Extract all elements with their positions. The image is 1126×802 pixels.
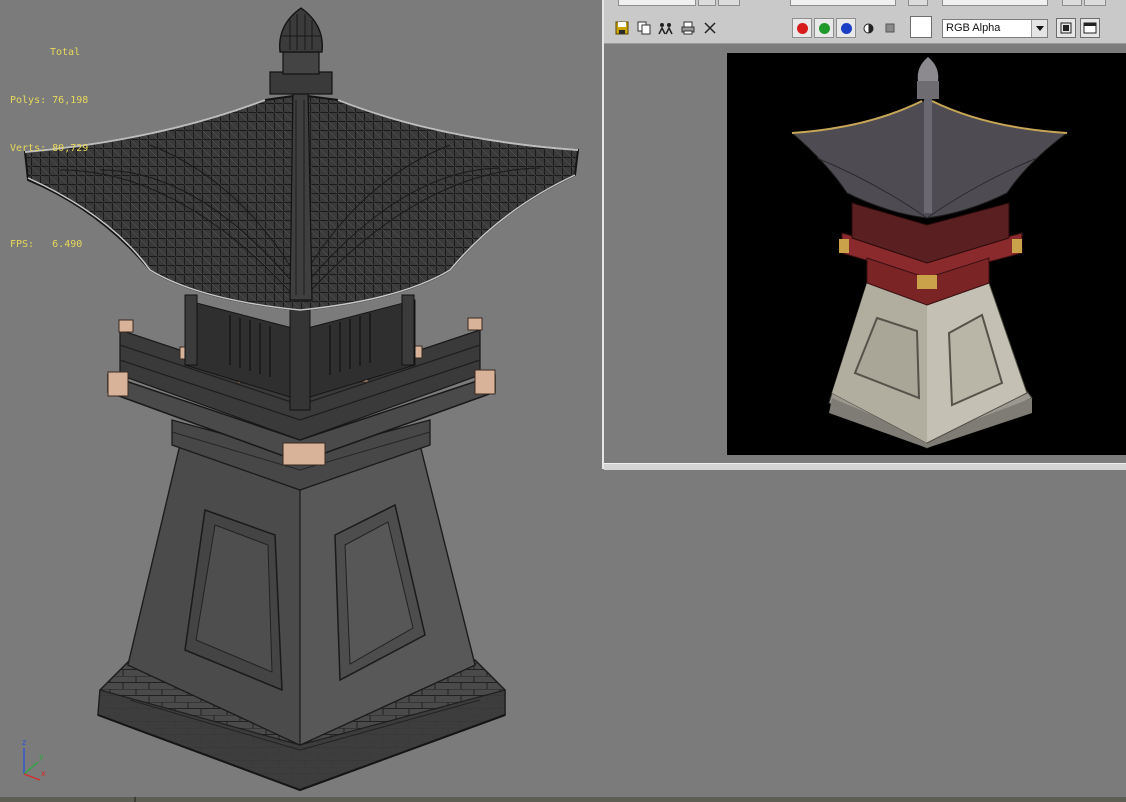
channel-select[interactable]: RGB Alpha [942,19,1048,38]
color-swatch[interactable] [910,16,932,38]
copy-icon[interactable] [634,18,654,38]
red-dot-icon [796,22,808,34]
green-dot-icon [818,22,830,34]
chevron-down-icon[interactable] [1031,20,1047,37]
gizmo-z-label: z [22,738,26,747]
fps-label: FPS: [10,239,35,250]
verts-value: 80,729 [52,143,89,154]
render-button-stub[interactable] [1062,0,1082,6]
stats-spacer [10,189,88,205]
wireframe-lantern-model [23,7,580,792]
clear-color-icon[interactable] [880,18,900,38]
rendered-frame-window[interactable]: RGB Alpha [602,0,1126,470]
render-toolbar: RGB Alpha [604,13,1126,43]
status-strip [0,797,1126,802]
area-field[interactable] [618,0,696,6]
viewport-statistics: Total Polys: 76,198 Verts: 80,729 FPS: 6… [10,13,88,285]
stats-total-label: Total [50,47,81,58]
render-button-stub-2[interactable] [1084,0,1106,6]
channel-select-value: RGB Alpha [946,22,1001,34]
stats-polys: Polys: 76,198 [10,93,88,109]
axis-gizmo-icon: z y x [22,738,46,781]
strip-divider [134,797,136,802]
clone-icon[interactable] [656,18,676,38]
render-canvas-area [604,43,1126,464]
blue-channel-toggle[interactable] [836,18,856,38]
blue-dot-icon [840,22,852,34]
render-setup-fields [604,0,1126,8]
green-channel-toggle[interactable] [814,18,834,38]
lock-button[interactable] [908,0,928,6]
display-mode-icon[interactable] [1056,18,1076,38]
print-icon[interactable] [678,18,698,38]
gizmo-x-label: x [41,769,46,778]
clear-icon[interactable] [700,18,720,38]
rendered-lantern-image [727,53,1126,455]
fps-value: 6.490 [52,239,83,250]
window-bottom-edge [604,463,1126,470]
rendered-image [727,53,1126,455]
polys-label: Polys: [10,95,47,106]
gizmo-y-label: y [39,752,44,761]
area-button-1[interactable] [698,0,716,6]
verts-label: Verts: [10,143,47,154]
viewport-field[interactable] [790,0,896,6]
stats-verts: Verts: 80,729 [10,141,88,157]
red-channel-toggle[interactable] [792,18,812,38]
toggle-ui-icon[interactable] [1080,18,1100,38]
polys-value: 76,198 [52,95,89,106]
preset-field[interactable] [942,0,1048,6]
mono-toggle-icon[interactable] [858,18,878,38]
save-icon[interactable] [612,18,632,38]
area-button-2[interactable] [718,0,740,6]
stats-fps: FPS: 6.490 [10,237,88,253]
